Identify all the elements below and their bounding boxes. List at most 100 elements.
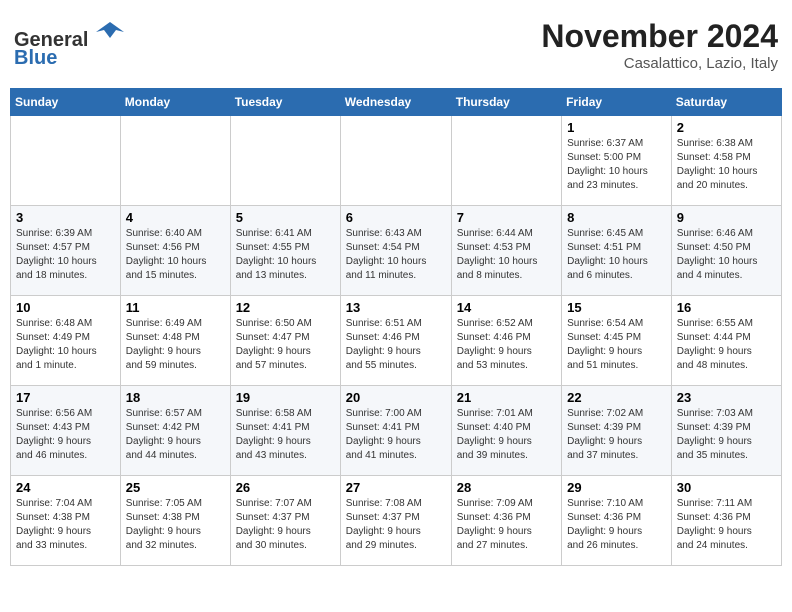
calendar-cell: 5Sunrise: 6:41 AM Sunset: 4:55 PM Daylig… [230, 206, 340, 296]
calendar-cell: 25 Sunrise: 7:05 AM Sunset: 4:38 PM Dayli… [120, 476, 230, 566]
day-number: 5 [236, 210, 335, 225]
calendar-cell: 15 Sunrise: 6:54 AM Sunset: 4:45 PM Dayli… [562, 296, 672, 386]
calendar-cell: 12 Sunrise: 6:50 AM Sunset: 4:47 PM Dayli… [230, 296, 340, 386]
day-info: Sunrise: 7:09 AM Sunset: 4:36 PM Dayligh… [457, 497, 556, 553]
calendar-cell [11, 116, 121, 206]
day-number: 28 [457, 480, 556, 495]
day-info: Sunrise: 6:46 AM Sunset: 4:50 PM Dayligh… [677, 227, 776, 283]
weekday-header-tuesday: Tuesday [230, 89, 340, 116]
day-number: 16 [677, 300, 776, 315]
logo-bird-icon [96, 18, 124, 46]
calendar-cell: 26Sunrise: 7:07 AM Sunset: 4:37 PM Dayli… [230, 476, 340, 566]
weekday-header-saturday: Saturday [671, 89, 781, 116]
calendar-cell: 24Sunrise: 7:04 AM Sunset: 4:38 PM Dayli… [11, 476, 121, 566]
day-number: 12 [236, 300, 335, 315]
calendar-cell: 30 Sunrise: 7:11 AM Sunset: 4:36 PM Dayli… [671, 476, 781, 566]
calendar-cell: 18Sunrise: 6:57 AM Sunset: 4:42 PM Dayli… [120, 386, 230, 476]
day-number: 1 [567, 120, 666, 135]
day-info: Sunrise: 7:00 AM Sunset: 4:41 PM Dayligh… [346, 407, 446, 463]
calendar-cell: 9 Sunrise: 6:46 AM Sunset: 4:50 PM Daylig… [671, 206, 781, 296]
day-number: 20 [346, 390, 446, 405]
title-block: November 2024 Casalattico, Lazio, Italy [541, 18, 778, 72]
day-number: 3 [16, 210, 115, 225]
calendar-cell: 4 Sunrise: 6:40 AM Sunset: 4:56 PM Daylig… [120, 206, 230, 296]
day-info: Sunrise: 6:55 AM Sunset: 4:44 PM Dayligh… [677, 317, 776, 373]
calendar-cell: 2 Sunrise: 6:38 AM Sunset: 4:58 PM Daylig… [671, 116, 781, 206]
calendar-cell: 1 Sunrise: 6:37 AM Sunset: 5:00 PM Daylig… [562, 116, 672, 206]
day-info: Sunrise: 7:03 AM Sunset: 4:39 PM Dayligh… [677, 407, 776, 463]
calendar-cell: 20 Sunrise: 7:00 AM Sunset: 4:41 PM Dayli… [340, 386, 451, 476]
calendar-cell: 10 Sunrise: 6:48 AM Sunset: 4:49 PM Dayli… [11, 296, 121, 386]
day-number: 30 [677, 480, 776, 495]
calendar-cell: 17Sunrise: 6:56 AM Sunset: 4:43 PM Dayli… [11, 386, 121, 476]
calendar-cell: 21 Sunrise: 7:01 AM Sunset: 4:40 PM Dayli… [451, 386, 561, 476]
day-number: 23 [677, 390, 776, 405]
day-number: 7 [457, 210, 556, 225]
day-info: Sunrise: 7:02 AM Sunset: 4:39 PM Dayligh… [567, 407, 666, 463]
day-info: Sunrise: 7:01 AM Sunset: 4:40 PM Dayligh… [457, 407, 556, 463]
day-info: Sunrise: 6:38 AM Sunset: 4:58 PM Dayligh… [677, 137, 776, 193]
calendar-cell: 11 Sunrise: 6:49 AM Sunset: 4:48 PM Dayli… [120, 296, 230, 386]
day-info: Sunrise: 6:51 AM Sunset: 4:46 PM Dayligh… [346, 317, 446, 373]
calendar-cell: 14Sunrise: 6:52 AM Sunset: 4:46 PM Dayli… [451, 296, 561, 386]
calendar-cell: 8 Sunrise: 6:45 AM Sunset: 4:51 PM Daylig… [562, 206, 672, 296]
calendar-table: SundayMondayTuesdayWednesdayThursdayFrid… [10, 88, 782, 566]
day-info: Sunrise: 6:45 AM Sunset: 4:51 PM Dayligh… [567, 227, 666, 283]
day-number: 19 [236, 390, 335, 405]
day-info: Sunrise: 6:48 AM Sunset: 4:49 PM Dayligh… [16, 317, 115, 373]
day-number: 14 [457, 300, 556, 315]
day-info: Sunrise: 7:05 AM Sunset: 4:38 PM Dayligh… [126, 497, 225, 553]
day-number: 4 [126, 210, 225, 225]
day-number: 13 [346, 300, 446, 315]
week-row-1: 1 Sunrise: 6:37 AM Sunset: 5:00 PM Daylig… [11, 116, 782, 206]
day-info: Sunrise: 6:56 AM Sunset: 4:43 PM Dayligh… [16, 407, 115, 463]
month-title: November 2024 [541, 18, 778, 55]
day-info: Sunrise: 6:39 AM Sunset: 4:57 PM Dayligh… [16, 227, 115, 283]
day-number: 11 [126, 300, 225, 315]
calendar-cell: 22 Sunrise: 7:02 AM Sunset: 4:39 PM Dayli… [562, 386, 672, 476]
weekday-header-monday: Monday [120, 89, 230, 116]
day-info: Sunrise: 7:10 AM Sunset: 4:36 PM Dayligh… [567, 497, 666, 553]
day-info: Sunrise: 6:43 AM Sunset: 4:54 PM Dayligh… [346, 227, 446, 283]
day-info: Sunrise: 7:08 AM Sunset: 4:37 PM Dayligh… [346, 497, 446, 553]
day-number: 9 [677, 210, 776, 225]
week-row-5: 24Sunrise: 7:04 AM Sunset: 4:38 PM Dayli… [11, 476, 782, 566]
day-number: 18 [126, 390, 225, 405]
day-info: Sunrise: 6:37 AM Sunset: 5:00 PM Dayligh… [567, 137, 666, 193]
day-info: Sunrise: 6:44 AM Sunset: 4:53 PM Dayligh… [457, 227, 556, 283]
calendar-cell: 23 Sunrise: 7:03 AM Sunset: 4:39 PM Dayli… [671, 386, 781, 476]
day-number: 22 [567, 390, 666, 405]
calendar-cell: 16 Sunrise: 6:55 AM Sunset: 4:44 PM Dayli… [671, 296, 781, 386]
day-number: 26 [236, 480, 335, 495]
day-number: 21 [457, 390, 556, 405]
weekday-header-thursday: Thursday [451, 89, 561, 116]
day-info: Sunrise: 6:40 AM Sunset: 4:56 PM Dayligh… [126, 227, 225, 283]
calendar-cell: 6 Sunrise: 6:43 AM Sunset: 4:54 PM Daylig… [340, 206, 451, 296]
calendar-cell [120, 116, 230, 206]
day-number: 15 [567, 300, 666, 315]
day-info: Sunrise: 6:58 AM Sunset: 4:41 PM Dayligh… [236, 407, 335, 463]
day-number: 29 [567, 480, 666, 495]
day-number: 8 [567, 210, 666, 225]
logo: General Blue [14, 18, 124, 70]
day-number: 2 [677, 120, 776, 135]
calendar-cell: 13 Sunrise: 6:51 AM Sunset: 4:46 PM Dayli… [340, 296, 451, 386]
day-info: Sunrise: 7:11 AM Sunset: 4:36 PM Dayligh… [677, 497, 776, 553]
day-info: Sunrise: 6:50 AM Sunset: 4:47 PM Dayligh… [236, 317, 335, 373]
calendar-cell: 27 Sunrise: 7:08 AM Sunset: 4:37 PM Dayli… [340, 476, 451, 566]
calendar-cell: 29 Sunrise: 7:10 AM Sunset: 4:36 PM Dayli… [562, 476, 672, 566]
page-header: General Blue November 2024 Casalattico, … [10, 10, 782, 80]
week-row-2: 3 Sunrise: 6:39 AM Sunset: 4:57 PM Daylig… [11, 206, 782, 296]
day-number: 10 [16, 300, 115, 315]
day-number: 25 [126, 480, 225, 495]
calendar-cell: 3 Sunrise: 6:39 AM Sunset: 4:57 PM Daylig… [11, 206, 121, 296]
week-row-3: 10 Sunrise: 6:48 AM Sunset: 4:49 PM Dayli… [11, 296, 782, 386]
day-info: Sunrise: 6:49 AM Sunset: 4:48 PM Dayligh… [126, 317, 225, 373]
day-number: 6 [346, 210, 446, 225]
day-number: 27 [346, 480, 446, 495]
calendar-cell [230, 116, 340, 206]
week-row-4: 17Sunrise: 6:56 AM Sunset: 4:43 PM Dayli… [11, 386, 782, 476]
day-info: Sunrise: 6:54 AM Sunset: 4:45 PM Dayligh… [567, 317, 666, 373]
weekday-header-friday: Friday [562, 89, 672, 116]
weekday-header-wednesday: Wednesday [340, 89, 451, 116]
